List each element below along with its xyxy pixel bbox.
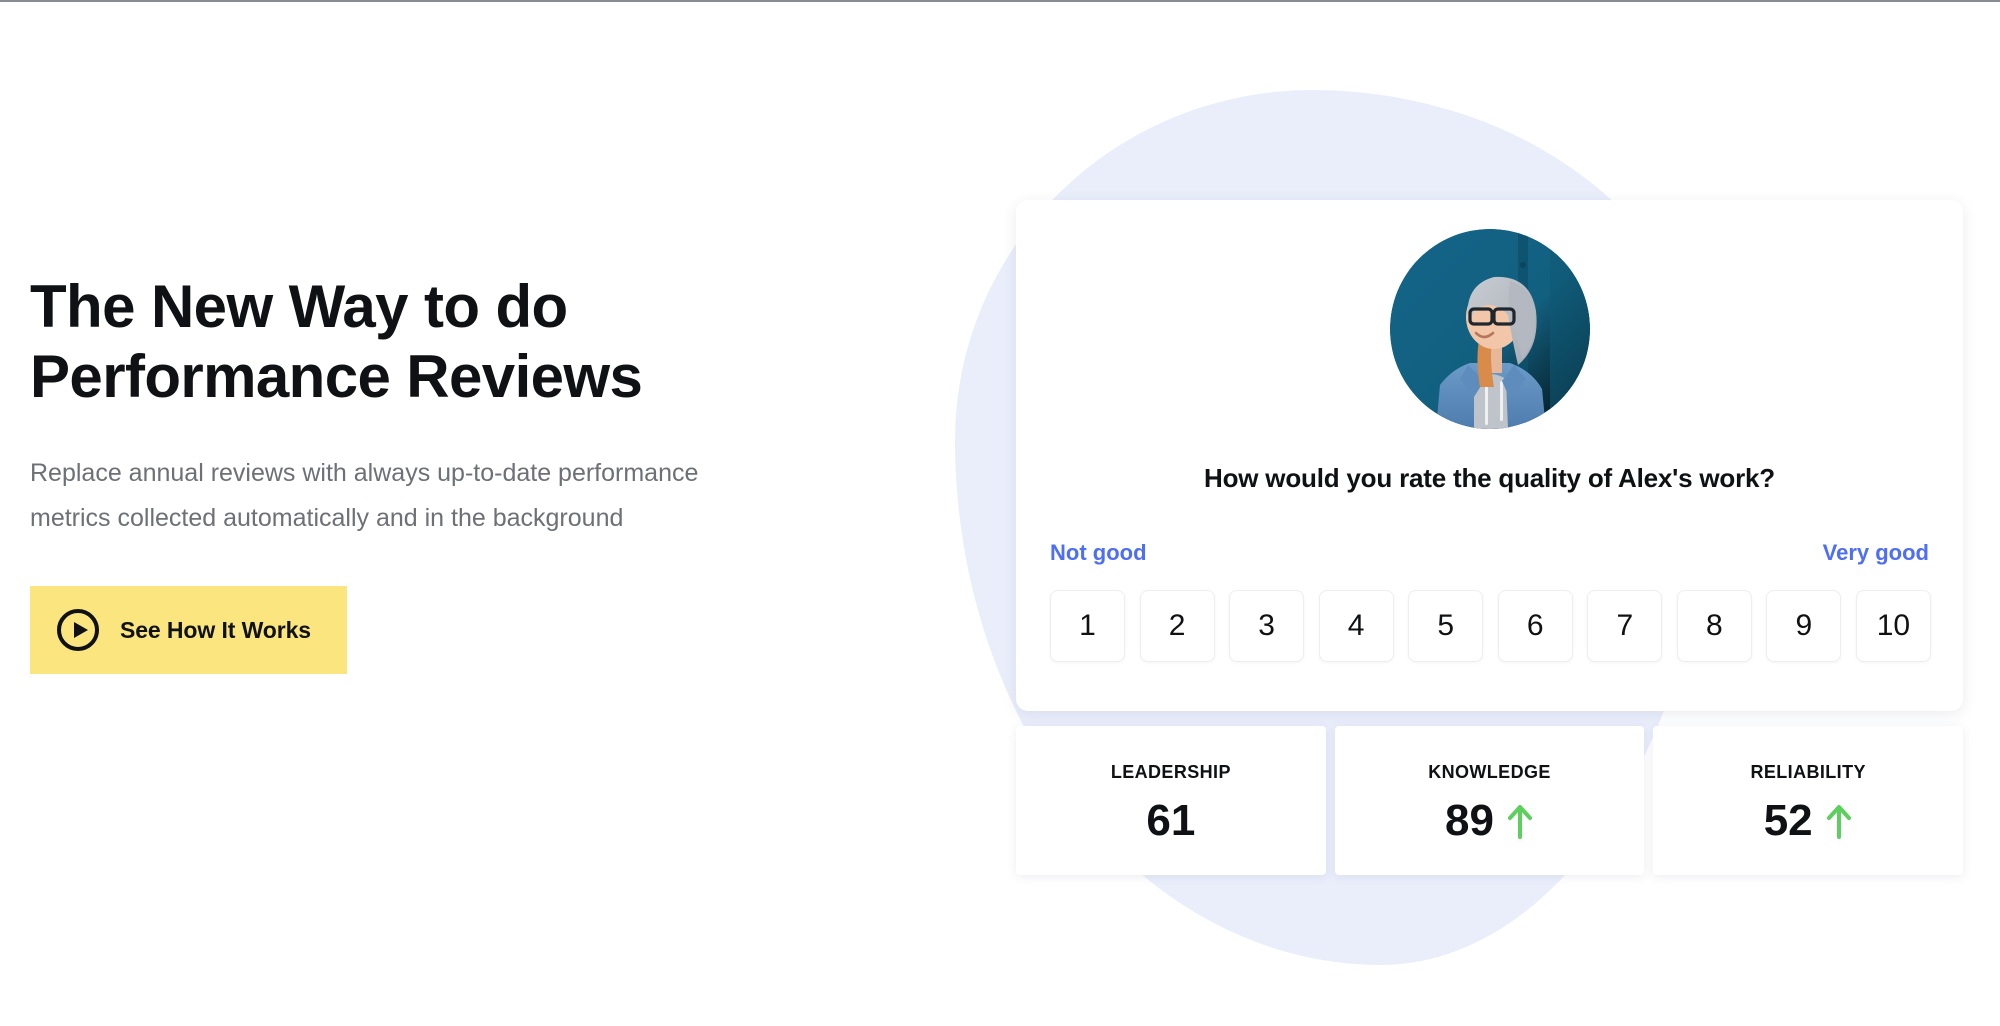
- scale-anchor-high: Very good: [1822, 540, 1929, 565]
- rating-button-3[interactable]: 3: [1229, 590, 1305, 662]
- see-how-it-works-label: See How It Works: [120, 616, 311, 643]
- metric-value: 61: [1146, 796, 1196, 845]
- hero-subtitle: Replace annual reviews with always up-to…: [30, 451, 730, 540]
- rating-button-9[interactable]: 9: [1766, 590, 1842, 662]
- page-title-line-1: The New Way to do: [30, 273, 568, 340]
- metric-value-row: 52: [1764, 799, 1853, 843]
- rating-button-10[interactable]: 10: [1855, 590, 1931, 662]
- rating-button-6[interactable]: 6: [1497, 590, 1573, 662]
- rating-button-7[interactable]: 7: [1587, 590, 1663, 662]
- metric-value-row: 61: [1146, 799, 1195, 843]
- rating-scale: 1 2 3 4 5 6 7 8 9 10: [1050, 590, 1931, 662]
- see-how-it-works-button[interactable]: See How It Works: [30, 586, 347, 675]
- play-circle-icon: [56, 608, 100, 652]
- trend-up-arrow-icon: [1825, 803, 1853, 839]
- metric-card: KNOWLEDGE 89: [1334, 726, 1645, 875]
- review-question-card: How would you rate the quality of Alex's…: [1016, 200, 1963, 711]
- rating-button-5[interactable]: 5: [1408, 590, 1484, 662]
- rating-button-2[interactable]: 2: [1139, 590, 1215, 662]
- trend-up-arrow-icon: [1506, 803, 1534, 839]
- rating-button-8[interactable]: 8: [1676, 590, 1752, 662]
- metric-label: KNOWLEDGE: [1428, 762, 1551, 782]
- metric-card: RELIABILITY 52: [1653, 726, 1964, 875]
- scale-anchor-low: Not good: [1050, 540, 1147, 565]
- hero-subtitle-line-2: metrics collected automatically and in t…: [30, 503, 624, 532]
- page-title-line-2: Performance Reviews: [30, 342, 643, 410]
- rating-button-1[interactable]: 1: [1050, 590, 1125, 662]
- metric-label: RELIABILITY: [1750, 762, 1866, 782]
- metric-value: 52: [1763, 796, 1813, 845]
- metric-value-row: 89: [1445, 799, 1534, 843]
- avatar: [1389, 229, 1590, 429]
- hero-section: The New Way to do Performance Reviews Re…: [30, 272, 910, 675]
- metric-value: 89: [1445, 796, 1494, 845]
- review-question-text: How would you rate the quality of Alex's…: [1204, 463, 1775, 493]
- hero-subtitle-line-1: Replace annual reviews with always up-to…: [30, 459, 699, 488]
- page-title: The New Way to do Performance Reviews: [30, 272, 910, 411]
- metric-card-list: LEADERSHIP 61 KNOWLEDGE 89 RELIABILITY 52: [1016, 726, 1964, 875]
- rating-button-4[interactable]: 4: [1318, 590, 1394, 662]
- metric-label: LEADERSHIP: [1110, 762, 1231, 782]
- scale-anchor-labels: Not good Very good: [1050, 540, 1929, 566]
- landing-hero-page: The New Way to do Performance Reviews Re…: [0, 0, 2000, 1026]
- metric-card: LEADERSHIP 61: [1016, 726, 1326, 875]
